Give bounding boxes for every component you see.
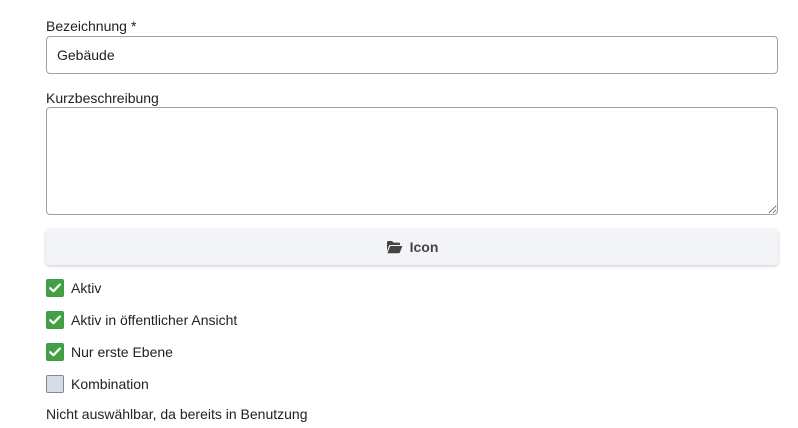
checkbox-row-first-level: Nur erste Ebene	[46, 342, 173, 362]
name-label-text: Bezeichnung	[46, 18, 127, 34]
aktiv-checkbox[interactable]	[46, 279, 64, 297]
public-view-label: Aktiv in öffentlicher Ansicht	[71, 312, 238, 328]
checkmark-icon	[49, 315, 61, 325]
combination-note: Nicht auswählbar, da bereits in Benutzun…	[46, 406, 308, 422]
public-view-checkbox[interactable]	[46, 311, 64, 329]
checkmark-icon	[49, 283, 61, 293]
aktiv-label: Aktiv	[71, 280, 102, 296]
description-label: Kurzbeschreibung	[46, 90, 159, 106]
name-input[interactable]	[46, 36, 778, 74]
icon-button-label: Icon	[409, 239, 439, 255]
name-label: Bezeichnung *	[46, 18, 136, 34]
checkbox-row-aktiv: Aktiv	[46, 278, 101, 298]
combination-label: Kombination	[71, 376, 149, 392]
first-level-checkbox[interactable]	[46, 343, 64, 361]
first-level-label: Nur erste Ebene	[71, 344, 173, 360]
combination-checkbox[interactable]	[46, 375, 64, 393]
folder-open-icon	[386, 241, 402, 254]
icon-button[interactable]: Icon	[46, 229, 778, 265]
checkmark-icon	[49, 347, 61, 357]
required-mark: *	[130, 18, 137, 34]
checkbox-row-combination: Kombination	[46, 374, 149, 394]
checkbox-row-public: Aktiv in öffentlicher Ansicht	[46, 310, 237, 330]
description-textarea[interactable]	[46, 107, 778, 215]
